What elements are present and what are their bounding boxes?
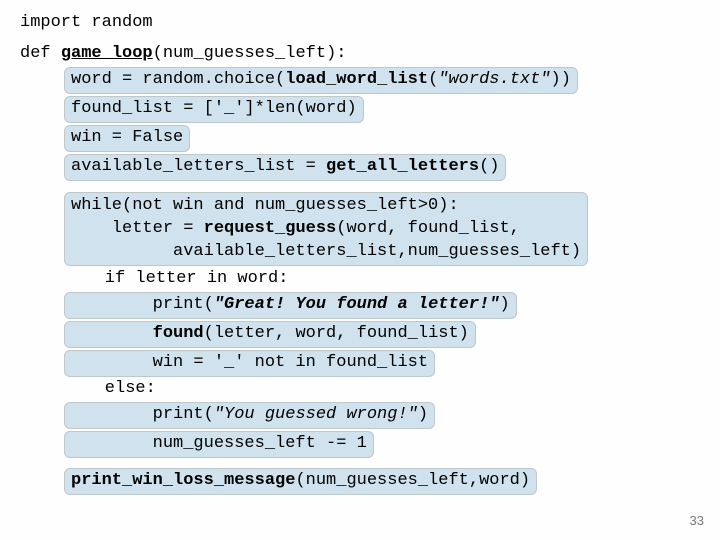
highlight: found(letter, word, found_list) [64, 321, 476, 348]
code-line: def game_loop(num_guesses_left): [20, 43, 700, 66]
code-slide: import random def game_loop(num_guesses_… [0, 0, 720, 496]
highlight-block: while(not win and num_guesses_left>0): l… [64, 192, 588, 267]
page-number: 33 [690, 512, 704, 530]
highlight: found_list = ['_']*len(word) [64, 96, 364, 123]
highlight: available_letters_list = get_all_letters… [64, 154, 506, 181]
highlight: print_win_loss_message(num_guesses_left,… [64, 468, 537, 495]
code-line: if letter in word: [64, 268, 700, 291]
highlight: print("Great! You found a letter!") [64, 292, 517, 319]
code-line: import random [20, 12, 700, 35]
highlight: num_guesses_left -= 1 [64, 431, 374, 458]
highlight: win = False [64, 125, 190, 152]
highlight: word = random.choice(load_word_list("wor… [64, 67, 578, 94]
highlight: win = '_' not in found_list [64, 350, 435, 377]
code-line: else: [64, 378, 700, 401]
highlight: print("You guessed wrong!") [64, 402, 435, 429]
